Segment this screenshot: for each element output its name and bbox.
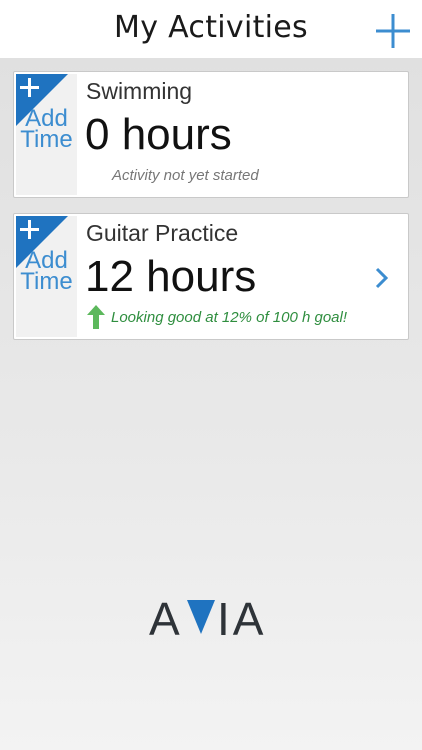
add-time-label: Time	[20, 268, 73, 295]
page-title: My Activities	[114, 10, 308, 45]
plus-icon	[376, 14, 410, 48]
logo-letter-a: A	[149, 596, 180, 638]
logo-triangle-icon	[187, 600, 215, 634]
app-header: My Activities	[0, 0, 422, 58]
activity-status: Activity not yet started	[112, 167, 259, 184]
activity-hours: 0 hours	[85, 110, 232, 159]
activity-name: Guitar Practice	[86, 220, 239, 246]
add-activity-button[interactable]	[374, 12, 412, 50]
add-time-button[interactable]: Add Time	[16, 74, 77, 195]
add-time-button[interactable]: Add Time	[16, 216, 77, 337]
activity-name: Swimming	[86, 78, 193, 104]
logo-letters-ia: IA	[217, 596, 266, 638]
activity-card-swimming[interactable]: Add Time Swimming 0 hours Activity not y…	[13, 71, 409, 198]
avia-logo: A IA	[149, 593, 279, 645]
chevron-right-icon[interactable]	[374, 266, 390, 290]
activity-card-guitar-practice[interactable]: Add Time Guitar Practice 12 hours Lookin…	[13, 213, 409, 340]
activity-hours: 12 hours	[85, 252, 257, 301]
up-arrow-icon	[87, 305, 105, 329]
add-time-label: Time	[20, 126, 73, 153]
activity-status: Looking good at 12% of 100 h goal!	[111, 309, 348, 326]
